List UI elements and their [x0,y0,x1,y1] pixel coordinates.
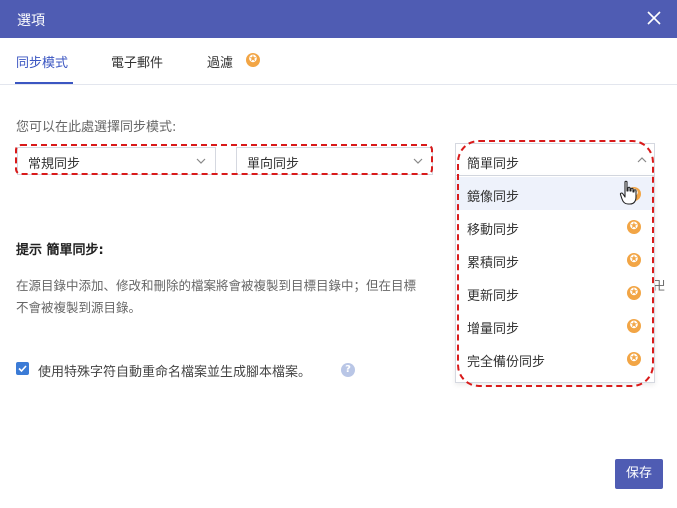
chevron-up-icon [637,157,647,163]
hint-text: 在源目錄中添加、修改和刪除的檔案將會被複製到目標目錄中；但在目標 不會被複製到源… [16,275,456,319]
tab-sync-mode[interactable]: 同步模式 [16,52,68,71]
star-icon: ✪ [627,352,641,366]
hint-line-2: 不會被複製到源目錄。 [16,300,142,315]
star-icon: ✪ [627,319,641,333]
help-icon[interactable]: ? [341,363,355,377]
option-label: 增量同步 [467,322,520,337]
sync-mode-select[interactable]: 常規同步 [17,147,216,175]
sync-mode-description: 您可以在此處選擇同步模式: [16,120,177,135]
tab-bar: 同步模式 電子郵件 過濾 ✪ [0,38,677,85]
close-icon[interactable] [645,9,663,27]
option-full-backup-sync[interactable]: 完全備份同步 ✪ [456,342,654,375]
chevron-down-icon [196,158,206,164]
option-label: 鏡像同步 [467,190,520,205]
tab-email[interactable]: 電子郵件 [111,52,163,71]
option-label: 累積同步 [467,256,520,271]
sync-type-select[interactable]: 簡單同步 [455,143,655,176]
hint-line-1: 在源目錄中添加、修改和刪除的檔案將會被複製到目標目錄中；但在目標 [16,278,417,293]
chevron-down-icon [413,158,423,164]
tab-filter[interactable]: 過濾 [207,52,233,71]
sync-direction-value: 單向同步 [247,157,300,172]
sync-direction-select[interactable]: 單向同步 [236,147,433,175]
option-cumulative-sync[interactable]: 累積同步 ✪ [456,243,654,276]
star-icon: ✪ [627,220,641,234]
sync-type-options: 鏡像同步 ✪ 移動同步 ✪ 累積同步 ✪ 更新同步 ✪ 增量同步 ✪ 完全備份同… [455,176,655,383]
title-bar: 選項 [0,0,677,38]
save-button[interactable]: 保存 [615,459,663,489]
rename-option-label: 使用特殊字符自動重命名檔案並生成腳本檔案。 [38,365,312,380]
star-icon: ✪ [246,53,260,67]
star-icon: ✪ [627,253,641,267]
option-label: 更新同步 [467,289,520,304]
option-move-sync[interactable]: 移動同步 ✪ [456,210,654,243]
active-tab-indicator [15,82,73,84]
hint-title: 提示 簡單同步: [16,243,104,258]
sync-mode-value: 常規同步 [28,157,81,172]
sync-type-selected: 簡單同步 [467,157,520,172]
option-update-sync[interactable]: 更新同步 ✪ [456,276,654,309]
rename-checkbox[interactable] [16,362,29,375]
option-label: 完全備份同步 [467,355,546,370]
window-title: 選項 [17,13,45,29]
option-mirror-sync[interactable]: 鏡像同步 ✪ [456,177,654,210]
option-incremental-sync[interactable]: 增量同步 ✪ [456,309,654,342]
star-icon: ✪ [627,187,641,201]
star-icon: ✪ [627,286,641,300]
checkmark-icon [18,365,27,373]
option-label: 移動同步 [467,223,520,238]
